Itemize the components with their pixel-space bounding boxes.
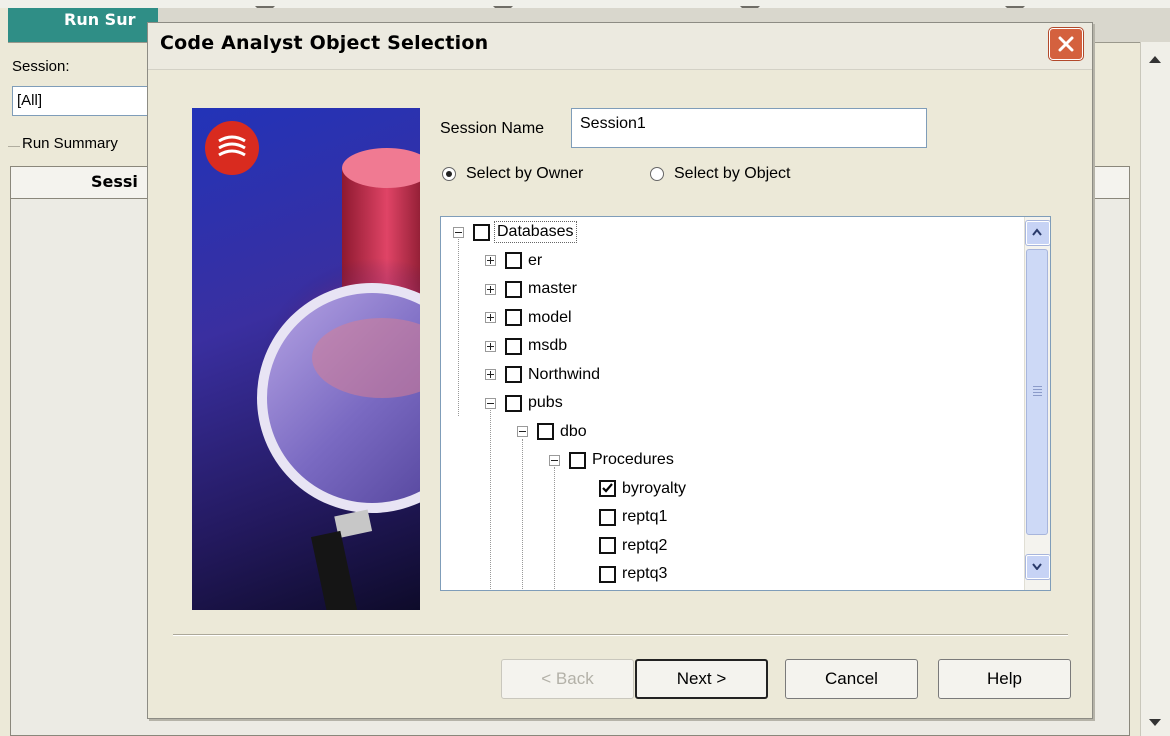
collapse-minus-icon[interactable] bbox=[517, 426, 528, 437]
close-button[interactable] bbox=[1049, 28, 1083, 60]
radio-button-checked[interactable] bbox=[442, 167, 456, 181]
checkbox[interactable] bbox=[505, 394, 522, 412]
tree-item-label: model bbox=[528, 308, 572, 326]
tree-item[interactable]: pubs bbox=[485, 390, 565, 416]
tree-item[interactable]: model bbox=[485, 305, 574, 331]
tree-item-label: reptq1 bbox=[622, 508, 668, 525]
background-top-strip bbox=[0, 0, 1170, 16]
checkbox[interactable] bbox=[599, 537, 616, 554]
tree-item-label: reptq3 bbox=[622, 565, 668, 582]
tree-item-label: msdb bbox=[528, 337, 568, 354]
checkbox[interactable] bbox=[505, 366, 522, 383]
group-box-line bbox=[8, 146, 20, 147]
scroll-thumb[interactable] bbox=[1026, 249, 1048, 535]
checkbox[interactable] bbox=[569, 451, 586, 469]
tree-item[interactable]: dbo bbox=[517, 419, 589, 445]
tree-item[interactable]: reptq2 bbox=[599, 533, 669, 559]
expand-plus-icon[interactable] bbox=[485, 369, 496, 380]
session-name-input[interactable]: Session1 bbox=[571, 108, 927, 148]
tree-item[interactable]: master bbox=[485, 276, 579, 302]
close-icon bbox=[1058, 36, 1074, 52]
scroll-up-arrow-icon[interactable] bbox=[1149, 56, 1161, 63]
object-selection-dialog: Code Analyst Object Selection Session Na… bbox=[147, 22, 1093, 719]
radio-button-unchecked[interactable] bbox=[650, 167, 664, 181]
tree-item[interactable]: Northwind bbox=[485, 362, 602, 388]
run-summary-group-label: Run Summary bbox=[22, 135, 118, 152]
expand-plus-icon[interactable] bbox=[485, 255, 496, 266]
tree-item-label: reptq2 bbox=[622, 536, 668, 554]
collapse-minus-icon[interactable] bbox=[453, 226, 464, 238]
database-object-tree[interactable]: Databases er master model msdb Northwind pubs d… bbox=[440, 216, 1051, 591]
wizard-illustration bbox=[192, 108, 420, 610]
checkbox[interactable] bbox=[505, 337, 522, 355]
collapse-minus-icon[interactable] bbox=[549, 454, 560, 466]
radio-select-by-owner-label: Select by Owner bbox=[466, 165, 584, 182]
checkbox[interactable] bbox=[473, 223, 490, 241]
expand-plus-icon[interactable] bbox=[485, 283, 496, 295]
checkmark-icon bbox=[602, 483, 613, 493]
expand-plus-icon[interactable] bbox=[485, 340, 496, 352]
background-vertical-scrollbar[interactable] bbox=[1140, 42, 1170, 736]
tree-item-label: master bbox=[528, 280, 577, 297]
tree-item-label: dbo bbox=[560, 422, 587, 440]
checkbox[interactable] bbox=[505, 309, 522, 326]
tree-item[interactable]: er bbox=[485, 248, 544, 274]
session-name-label: Session Name bbox=[440, 120, 545, 137]
next-button[interactable]: Next > bbox=[635, 659, 768, 699]
checkbox[interactable] bbox=[537, 423, 554, 440]
scroll-up-button[interactable] bbox=[1026, 221, 1050, 245]
radio-select-by-object[interactable]: Select by Object bbox=[650, 165, 791, 183]
tree-connector-line bbox=[458, 239, 459, 416]
help-button[interactable]: Help bbox=[938, 659, 1071, 699]
session-filter-select[interactable]: [All] bbox=[12, 86, 162, 116]
tree-item[interactable]: byroyalty bbox=[599, 476, 688, 502]
checkbox[interactable] bbox=[505, 252, 522, 269]
collapse-minus-icon[interactable] bbox=[485, 397, 496, 409]
checkbox[interactable] bbox=[505, 280, 522, 298]
tree-item-label: pubs bbox=[528, 394, 563, 411]
back-button[interactable]: < Back bbox=[501, 659, 634, 699]
checkbox-checked[interactable] bbox=[599, 480, 616, 497]
tree-item[interactable]: Databases bbox=[453, 219, 577, 245]
dialog-title-bar[interactable]: Code Analyst Object Selection bbox=[148, 23, 1092, 70]
tree-item-label: Northwind bbox=[528, 365, 601, 383]
session-label: Session: bbox=[12, 58, 70, 75]
cancel-button[interactable]: Cancel bbox=[785, 659, 918, 699]
tree-item-label: Databases bbox=[494, 221, 577, 243]
tree-item-label: Procedures bbox=[592, 451, 674, 468]
run-summary-tab[interactable]: Run Sur bbox=[8, 8, 158, 42]
scroll-down-button[interactable] bbox=[1026, 555, 1050, 579]
tree-connector-line bbox=[490, 410, 491, 590]
checkbox[interactable] bbox=[599, 508, 616, 526]
tree-connector-line bbox=[554, 467, 555, 590]
dialog-separator bbox=[173, 634, 1068, 636]
tree-item[interactable]: msdb bbox=[485, 333, 569, 359]
checkbox[interactable] bbox=[599, 565, 616, 583]
tree-vertical-scrollbar[interactable] bbox=[1024, 217, 1050, 590]
tree-item-label: er bbox=[528, 251, 543, 269]
tree-connector-line bbox=[522, 438, 523, 590]
scroll-down-arrow-icon[interactable] bbox=[1149, 719, 1161, 726]
tree-item-label: byroyalty bbox=[622, 479, 687, 497]
expand-plus-icon[interactable] bbox=[485, 312, 496, 323]
tree-item[interactable]: reptq1 bbox=[599, 504, 669, 530]
radio-select-by-owner[interactable]: Select by Owner bbox=[442, 165, 583, 183]
radio-select-by-object-label: Select by Object bbox=[674, 165, 791, 182]
tree-item[interactable]: reptq3 bbox=[599, 561, 669, 587]
chevron-up-icon bbox=[1032, 228, 1042, 236]
chevron-down-icon bbox=[1032, 563, 1042, 570]
tree-item[interactable]: Procedures bbox=[549, 447, 676, 473]
dialog-title: Code Analyst Object Selection bbox=[160, 32, 489, 54]
